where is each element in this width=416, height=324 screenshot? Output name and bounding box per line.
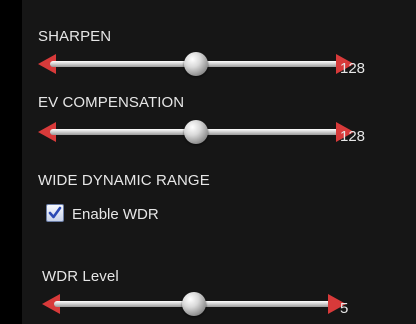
ev-compensation-value: 128 [340, 128, 366, 145]
sharpen-value: 128 [340, 60, 366, 77]
wdr-section-label: WIDE DYNAMIC RANGE [38, 172, 210, 189]
slider-thumb[interactable] [184, 52, 208, 76]
sharpen-label: SHARPEN [38, 28, 112, 45]
wdr-level-label: WDR Level [42, 268, 119, 285]
checkmark-icon [48, 206, 62, 219]
ev-compensation-slider[interactable] [38, 120, 354, 144]
image-settings-panel: SHARPEN 128 EV COMPENSATION 128 WIDE DYN… [22, 0, 416, 324]
wdr-level-slider[interactable] [42, 292, 346, 316]
enable-wdr-label[interactable]: Enable WDR [72, 206, 159, 223]
slider-thumb[interactable] [184, 120, 208, 144]
enable-wdr-checkbox[interactable] [46, 204, 64, 222]
ev-compensation-label: EV COMPENSATION [38, 94, 185, 111]
wdr-level-value: 5 [340, 300, 349, 317]
sharpen-slider[interactable] [38, 52, 354, 76]
slider-thumb[interactable] [182, 292, 206, 316]
